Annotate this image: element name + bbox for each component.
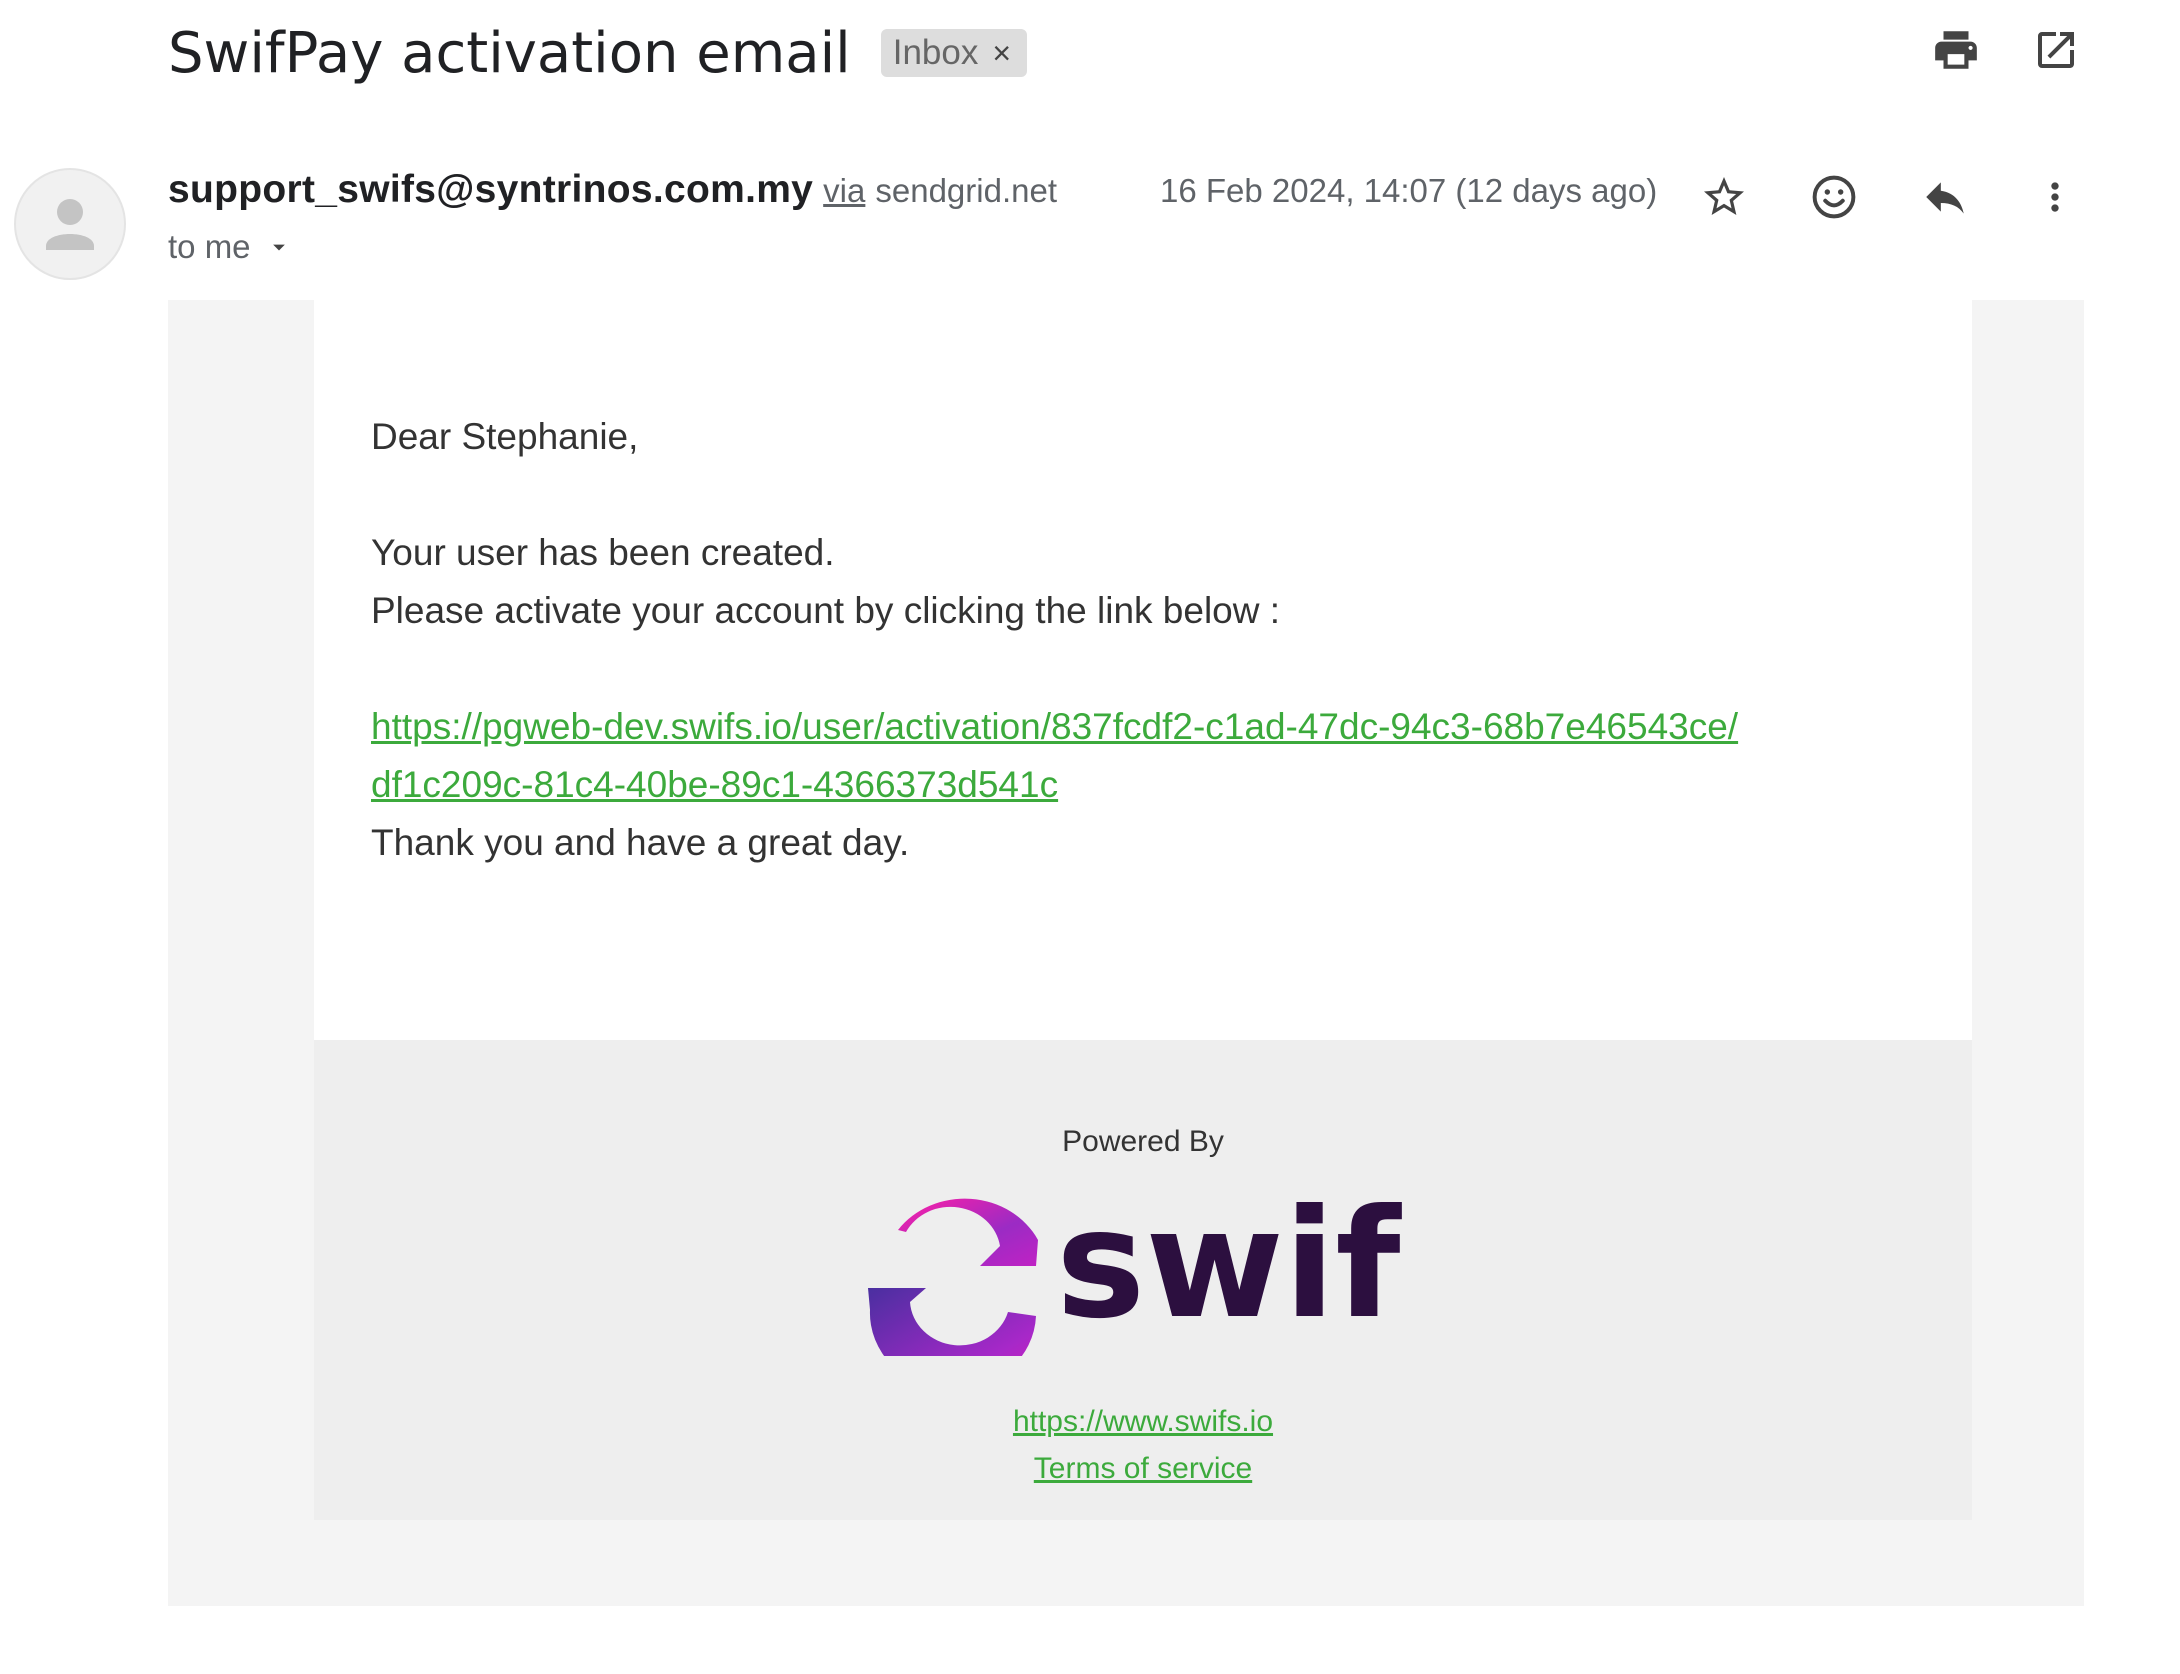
dropdown-arrow-icon[interactable]	[265, 233, 293, 261]
reply-icon[interactable]	[1914, 166, 1976, 228]
logo-brand-text: swif	[1056, 1178, 1402, 1352]
more-vert-icon[interactable]	[2024, 166, 2086, 228]
recipient-row[interactable]: to me	[168, 228, 293, 266]
via-domain: sendgrid.net	[875, 172, 1057, 209]
powered-by-text: Powered By	[1062, 1125, 1224, 1158]
body-line-created: Your user has been created.	[371, 532, 835, 573]
terms-of-service-link[interactable]: Terms of service	[314, 1452, 1972, 1486]
sender-avatar[interactable]	[14, 168, 126, 280]
body-line-activate: Please activate your account by clicking…	[371, 590, 1281, 631]
person-icon	[46, 199, 94, 250]
website-link[interactable]: https://www.swifs.io	[314, 1405, 1972, 1439]
remove-label-icon[interactable]: ×	[992, 35, 1011, 72]
via-link[interactable]: via	[823, 172, 865, 210]
greeting-text: Dear Stephanie,	[371, 416, 639, 457]
email-subject: SwifPay activation email	[168, 20, 851, 86]
emoji-icon[interactable]	[1803, 166, 1865, 228]
email-subject-row: SwifPay activation email Inbox ×	[168, 14, 1028, 92]
print-icon[interactable]	[1926, 20, 1986, 80]
closing-text: Thank you and have a great day.	[371, 822, 910, 863]
activation-link-part1[interactable]: https://pgweb-dev.swifs.io/user/activati…	[371, 706, 1738, 748]
inbox-label-text: Inbox	[892, 33, 979, 72]
open-in-new-window-icon[interactable]	[2026, 20, 2086, 80]
activation-link-part2[interactable]: df1c209c-81c4-40be-89c1-4366373d541c	[371, 764, 1058, 806]
swif-logo: swif	[868, 1178, 1402, 1356]
sender-email[interactable]: support_swifs@syntrinos.com.my	[168, 168, 813, 212]
email-date: 16 Feb 2024, 14:07 (12 days ago)	[1160, 172, 1658, 209]
star-icon[interactable]	[1693, 166, 1755, 228]
inbox-label-chip[interactable]: Inbox ×	[880, 29, 1028, 77]
recipient-text: to me	[168, 228, 251, 265]
sender-row: support_swifs@syntrinos.com.my via sendg…	[168, 168, 1057, 224]
email-content-card	[314, 300, 1972, 1040]
